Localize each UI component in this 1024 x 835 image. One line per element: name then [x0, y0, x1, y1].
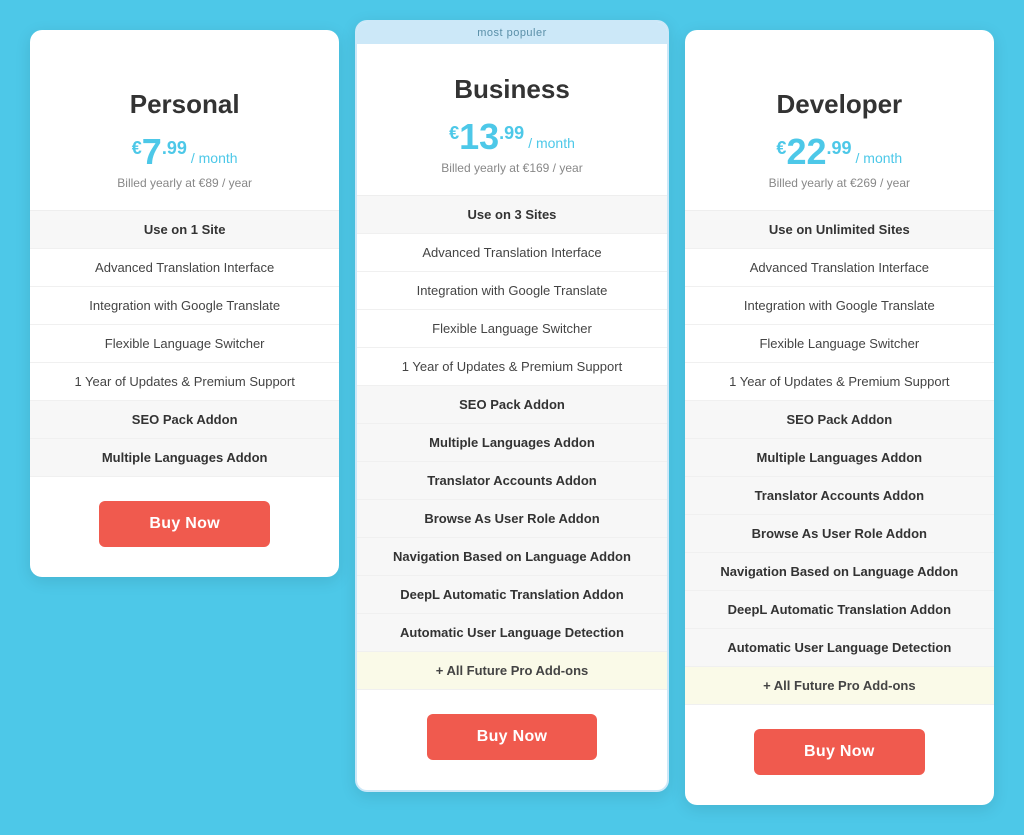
- feature-item: Multiple Languages Addon: [685, 439, 994, 477]
- feature-item: Advanced Translation Interface: [685, 249, 994, 287]
- buy-button[interactable]: Buy Now: [99, 501, 270, 547]
- plan-price: € 22 .99 / month: [705, 134, 974, 170]
- feature-item: Advanced Translation Interface: [30, 249, 339, 287]
- plan-name: Developer: [705, 89, 974, 120]
- feature-item: Translator Accounts Addon: [357, 462, 666, 500]
- feature-item: 1 Year of Updates & Premium Support: [30, 363, 339, 401]
- feature-item: Flexible Language Switcher: [685, 325, 994, 363]
- feature-item: Navigation Based on Language Addon: [357, 538, 666, 576]
- plan-header: Business € 13 .99 / month Billed yearly …: [357, 44, 666, 195]
- feature-item: Use on Unlimited Sites: [685, 211, 994, 249]
- currency-symbol: €: [776, 138, 786, 159]
- plan-price: € 13 .99 / month: [377, 119, 646, 155]
- popular-badge: most populer: [357, 22, 666, 44]
- feature-item: Multiple Languages Addon: [30, 439, 339, 477]
- feature-item: Browse As User Role Addon: [685, 515, 994, 553]
- plan-name: Business: [377, 74, 646, 105]
- feature-item: DeepL Automatic Translation Addon: [685, 591, 994, 629]
- buy-button[interactable]: Buy Now: [427, 714, 598, 760]
- currency-symbol: €: [449, 123, 459, 144]
- feature-item: Integration with Google Translate: [30, 287, 339, 325]
- plan-card-developer: Developer € 22 .99 / month Billed yearly…: [685, 30, 994, 805]
- feature-item: Translator Accounts Addon: [685, 477, 994, 515]
- feature-item: Use on 3 Sites: [357, 196, 666, 234]
- feature-item: SEO Pack Addon: [357, 386, 666, 424]
- feature-item: Automatic User Language Detection: [685, 629, 994, 667]
- feature-item: 1 Year of Updates & Premium Support: [685, 363, 994, 401]
- price-decimal: .99: [499, 123, 524, 144]
- currency-symbol: €: [132, 138, 142, 159]
- spacer: [30, 30, 339, 59]
- feature-item: Use on 1 Site: [30, 211, 339, 249]
- price-period: / month: [528, 135, 575, 151]
- price-main: 7: [142, 134, 162, 170]
- billed-yearly: Billed yearly at €89 / year: [50, 176, 319, 190]
- feature-item: 1 Year of Updates & Premium Support: [357, 348, 666, 386]
- feature-item: Flexible Language Switcher: [357, 310, 666, 348]
- price-main: 22: [786, 134, 826, 170]
- spacer: [685, 30, 994, 59]
- plan-card-business: most populer Business € 13 .99 / month B…: [355, 20, 668, 792]
- feature-item: Automatic User Language Detection: [357, 614, 666, 652]
- plan-header: Personal € 7 .99 / month Billed yearly a…: [30, 59, 339, 210]
- features-list: Use on 3 SitesAdvanced Translation Inter…: [357, 196, 666, 690]
- feature-item: Advanced Translation Interface: [357, 234, 666, 272]
- price-main: 13: [459, 119, 499, 155]
- price-decimal: .99: [826, 138, 851, 159]
- price-period: / month: [191, 150, 238, 166]
- feature-item: SEO Pack Addon: [685, 401, 994, 439]
- feature-item: Flexible Language Switcher: [30, 325, 339, 363]
- features-list: Use on Unlimited SitesAdvanced Translati…: [685, 211, 994, 705]
- plan-price: € 7 .99 / month: [50, 134, 319, 170]
- buy-btn-container: Buy Now: [357, 690, 666, 760]
- feature-item: Integration with Google Translate: [357, 272, 666, 310]
- feature-item: DeepL Automatic Translation Addon: [357, 576, 666, 614]
- feature-item: Integration with Google Translate: [685, 287, 994, 325]
- feature-item: Multiple Languages Addon: [357, 424, 666, 462]
- buy-btn-container: Buy Now: [30, 477, 339, 547]
- features-list: Use on 1 SiteAdvanced Translation Interf…: [30, 211, 339, 477]
- billed-yearly: Billed yearly at €169 / year: [377, 161, 646, 175]
- feature-item: + All Future Pro Add-ons: [357, 652, 666, 690]
- buy-button[interactable]: Buy Now: [754, 729, 925, 775]
- price-period: / month: [856, 150, 903, 166]
- feature-item: + All Future Pro Add-ons: [685, 667, 994, 705]
- pricing-container: Personal € 7 .99 / month Billed yearly a…: [22, 20, 1002, 815]
- plan-header: Developer € 22 .99 / month Billed yearly…: [685, 59, 994, 210]
- feature-item: SEO Pack Addon: [30, 401, 339, 439]
- price-decimal: .99: [162, 138, 187, 159]
- feature-item: Navigation Based on Language Addon: [685, 553, 994, 591]
- buy-btn-container: Buy Now: [685, 705, 994, 775]
- plan-card-personal: Personal € 7 .99 / month Billed yearly a…: [30, 30, 339, 577]
- feature-item: Browse As User Role Addon: [357, 500, 666, 538]
- plan-name: Personal: [50, 89, 319, 120]
- billed-yearly: Billed yearly at €269 / year: [705, 176, 974, 190]
